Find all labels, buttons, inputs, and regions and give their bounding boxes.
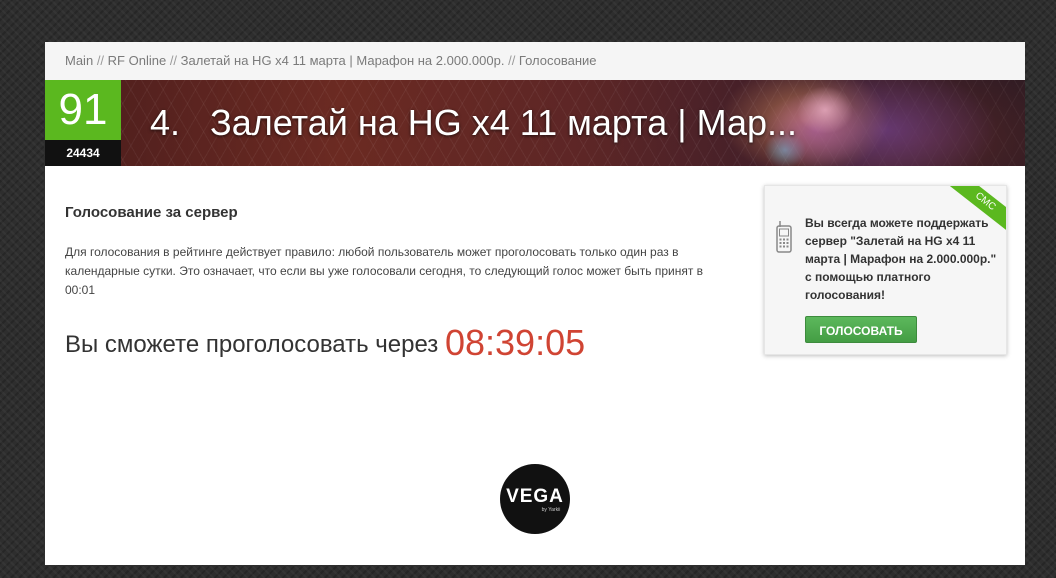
phone-icon — [776, 221, 792, 253]
vote-heading: Голосование за сервер — [65, 204, 238, 221]
countdown-line: Вы сможете проголосовать через 08:39:05 — [65, 322, 735, 364]
server-name[interactable]: Залетай на HG x4 11 марта | Мар... — [210, 102, 797, 143]
sms-promo-text: Вы всегда можете поддержать сервер "Зале… — [805, 216, 997, 302]
breadcrumb-main[interactable]: Main — [65, 53, 93, 68]
vote-content: Голосование за сервер Для голосования в … — [65, 204, 735, 364]
server-banner: 91 24434 4. Залетай на HG x4 11 марта | М… — [45, 80, 1025, 166]
breadcrumb: Main // RF Online // Залетай на HG x4 11… — [45, 42, 1025, 80]
server-score: 91 — [45, 80, 121, 140]
vega-logo[interactable]: VEGA by Yarkii — [500, 464, 570, 534]
sms-vote-card: СМС Вы всегда можете поддержать сервер "… — [764, 185, 1007, 355]
server-votes: 24434 — [45, 140, 121, 166]
breadcrumb-server[interactable]: Залетай на HG x4 11 марта | Марафон на 2… — [181, 53, 505, 68]
countdown-label: Вы сможете проголосовать через — [65, 331, 439, 358]
breadcrumb-current: Голосование — [518, 53, 597, 68]
paid-vote-button[interactable]: ГОЛОСОВАТЬ — [805, 316, 917, 343]
vega-logo-sub: by Yarkii — [541, 507, 561, 513]
server-title: 4. Залетай на HG x4 11 марта | Мар... — [150, 80, 797, 166]
server-rank: 4. — [150, 102, 181, 143]
breadcrumb-separator: // — [96, 53, 108, 68]
page-container: Main // RF Online // Залетай на HG x4 11… — [45, 42, 1025, 565]
breadcrumb-separator: // — [508, 53, 519, 68]
breadcrumb-game[interactable]: RF Online — [108, 53, 167, 68]
score-box: 91 24434 — [45, 80, 121, 166]
vega-logo-word: VEGA — [506, 486, 564, 507]
countdown-timer: 08:39:05 — [444, 322, 586, 363]
vote-rule-text: Для голосования в рейтинге действует пра… — [65, 245, 704, 297]
breadcrumb-separator: // — [169, 53, 181, 68]
